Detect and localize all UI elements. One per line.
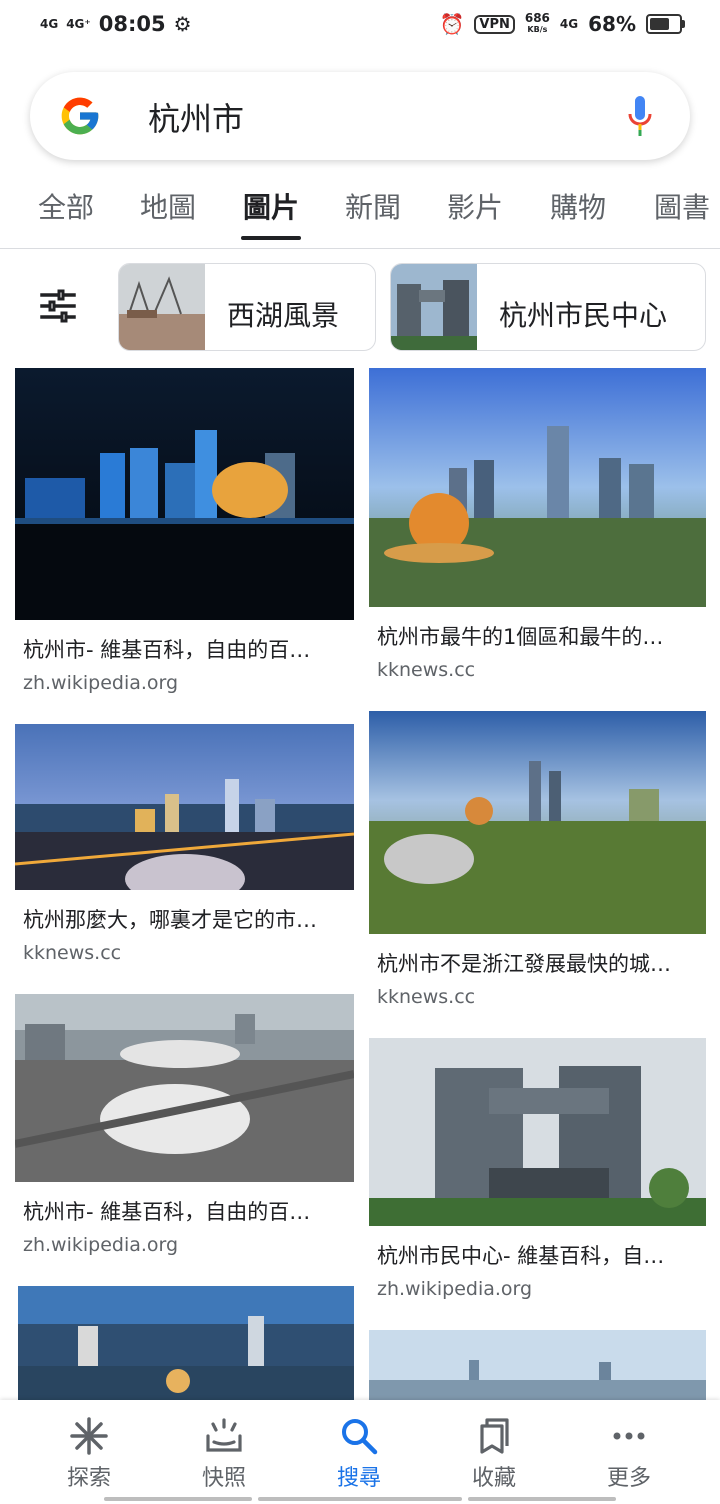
chip-civic-center[interactable]: 杭州市民中心: [390, 263, 706, 351]
signal-strength-2: 4G⁺: [66, 17, 91, 31]
asterisk-icon: [70, 1417, 108, 1455]
status-bar: 4G 4G⁺ 08:05 ⚙ ⏰ VPN 686 KB/s 4G 68%: [0, 0, 720, 52]
result-source: kknews.cc: [377, 986, 476, 1008]
search-box[interactable]: 杭州市: [30, 72, 690, 160]
result-title: 杭州市最牛的1個區和最牛的…: [377, 625, 664, 649]
chip-label: 杭州市民中心: [499, 299, 668, 332]
vpn-badge: VPN: [474, 14, 515, 34]
tab-news[interactable]: 新聞: [345, 186, 401, 226]
nav-more[interactable]: 更多: [579, 1416, 679, 1492]
gesture-bar: [104, 1497, 252, 1501]
result-source: zh.wikipedia.org: [377, 1278, 533, 1300]
nav-label: 搜尋: [336, 1466, 381, 1491]
snapshot-icon: [206, 1418, 242, 1452]
tab-images[interactable]: 圖片: [240, 186, 302, 240]
image-result[interactable]: 杭州市最牛的1個區和最牛的… kknews.cc: [369, 368, 706, 681]
clock: 08:05: [98, 12, 166, 36]
result-title: 杭州市- 維基百科，自由的百…: [23, 1200, 311, 1224]
battery-icon: [646, 14, 685, 34]
nav-search[interactable]: 搜尋: [309, 1416, 409, 1492]
bottom-navigation: 探索 快照 搜尋 收藏 更多: [0, 1400, 720, 1504]
result-title: 杭州市民中心- 維基百科，自…: [377, 1244, 665, 1268]
collections-icon: [480, 1418, 509, 1454]
image-result[interactable]: 杭州市民中心- 維基百科，自… zh.wikipedia.org: [369, 1038, 706, 1300]
nav-label: 快照: [201, 1466, 246, 1491]
nav-collections[interactable]: 收藏: [444, 1416, 544, 1492]
result-image: [14, 724, 355, 904]
tab-shopping[interactable]: 購物: [550, 186, 606, 226]
result-image: [14, 994, 355, 1182]
tab-all[interactable]: 全部: [38, 186, 94, 226]
nav-label: 探索: [66, 1466, 111, 1491]
image-result[interactable]: 杭州那麼大，哪裏才是它的市… kknews.cc: [14, 724, 355, 964]
result-title: 杭州那麼大，哪裏才是它的市…: [23, 908, 317, 932]
google-logo-icon: [61, 97, 99, 135]
result-source: kknews.cc: [23, 942, 122, 964]
result-image: [369, 1330, 706, 1400]
chip-label: 西湖風景: [227, 299, 340, 332]
alarm-icon: ⏰: [439, 12, 465, 36]
result-image: [369, 711, 706, 934]
image-result[interactable]: 杭州市- 維基百科，自由的百… zh.wikipedia.org: [15, 368, 354, 694]
network-speed: 686 KB/s: [524, 11, 550, 34]
settings-gear-icon: ⚙: [173, 12, 192, 36]
tab-maps[interactable]: 地圖: [140, 186, 196, 226]
result-image: [15, 368, 354, 620]
nav-label: 收藏: [471, 1466, 516, 1491]
image-result[interactable]: [18, 1286, 354, 1404]
search-icon: [342, 1419, 378, 1455]
result-source: zh.wikipedia.org: [23, 1234, 179, 1256]
chip-thumbnail: [391, 264, 477, 350]
chip-thumbnail: [119, 264, 205, 350]
gesture-bar: [468, 1497, 616, 1501]
image-result[interactable]: 杭州市- 維基百科，自由的百… zh.wikipedia.org: [14, 994, 355, 1256]
nav-snapshot[interactable]: 快照: [174, 1416, 274, 1492]
result-title: 杭州市不是浙江發展最快的城…: [377, 952, 671, 976]
search-tabs: 全部 地圖 圖片 新聞 影片 購物 圖書: [0, 180, 720, 249]
chip-west-lake[interactable]: 西湖風景: [118, 263, 376, 351]
image-result[interactable]: 杭州市不是浙江發展最快的城… kknews.cc: [369, 711, 706, 1008]
tab-books[interactable]: 圖書: [654, 186, 710, 226]
search-query-input[interactable]: 杭州市: [148, 94, 244, 140]
tab-videos[interactable]: 影片: [447, 186, 503, 226]
tune-filter-icon[interactable]: [40, 288, 76, 324]
battery-percent: 68%: [588, 12, 636, 36]
nav-discover[interactable]: 探索: [39, 1416, 139, 1492]
image-result[interactable]: [369, 1330, 706, 1404]
microphone-icon[interactable]: [626, 94, 654, 138]
result-source: kknews.cc: [377, 659, 476, 681]
network-type: 4G: [559, 17, 579, 31]
result-image: [369, 1038, 706, 1226]
result-image: [369, 368, 706, 607]
nav-label: 更多: [606, 1466, 651, 1491]
signal-strength-1: 4G: [40, 17, 59, 31]
result-title: 杭州市- 維基百科，自由的百…: [23, 638, 311, 662]
result-image: [18, 1286, 354, 1400]
more-icon: [613, 1432, 645, 1440]
result-source: zh.wikipedia.org: [23, 672, 179, 694]
gesture-bar: [258, 1497, 462, 1501]
